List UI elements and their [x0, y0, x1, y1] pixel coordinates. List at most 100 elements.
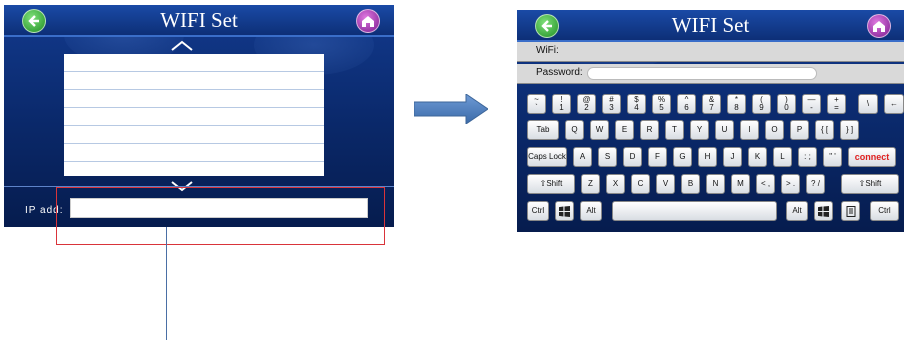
- wifi-field: WiFi:: [517, 42, 904, 62]
- key-label: { [: [820, 125, 829, 134]
- key-symbol[interactable]: — -: [802, 94, 821, 114]
- list-item[interactable]: [64, 72, 324, 90]
- list-item[interactable]: [64, 108, 324, 126]
- key-a[interactable]: A: [573, 147, 592, 167]
- key-y[interactable]: Y: [690, 120, 709, 140]
- key-6[interactable]: ^ 6: [677, 94, 696, 114]
- key-x[interactable]: X: [606, 174, 625, 194]
- key-1[interactable]: ! 1: [552, 94, 571, 114]
- home-button[interactable]: [356, 9, 380, 33]
- key-label: : ;: [804, 152, 811, 161]
- key-m[interactable]: M: [731, 174, 750, 194]
- key-5[interactable]: % 5: [652, 94, 671, 114]
- key-label: ⇧Shift: [539, 179, 563, 188]
- list-item[interactable]: [64, 126, 324, 144]
- key-label: E: [621, 125, 628, 134]
- key-label: < ,: [760, 179, 771, 188]
- left-windows-key[interactable]: [555, 201, 574, 221]
- key-u[interactable]: U: [715, 120, 734, 140]
- wifi-set-screen-keyboard: WIFI Set WiFi: Password: ~ ` ! 1 @2 #3 $4 % 5 ^ 6 &…: [517, 10, 904, 232]
- password-label: Password:: [536, 67, 583, 78]
- right-ctrl-key[interactable]: Ctrl: [870, 201, 899, 221]
- key-w[interactable]: W: [590, 120, 609, 140]
- key-7[interactable]: & 7: [702, 94, 721, 114]
- key-c[interactable]: C: [631, 174, 650, 194]
- key-o[interactable]: O: [765, 120, 784, 140]
- key-symbol[interactable]: + =: [827, 94, 846, 114]
- home-button[interactable]: [867, 14, 891, 38]
- key-label: K: [754, 152, 761, 161]
- key-d[interactable]: D: [623, 147, 642, 167]
- space-bar[interactable]: [612, 201, 777, 221]
- key-symbol[interactable]: ? /: [806, 174, 825, 194]
- key-symbol[interactable]: " ': [823, 147, 842, 167]
- password-input[interactable]: [587, 67, 817, 80]
- key-k[interactable]: K: [748, 147, 767, 167]
- key-f[interactable]: F: [648, 147, 667, 167]
- key-label: ⇧Shift: [858, 179, 882, 188]
- key-b[interactable]: B: [681, 174, 700, 194]
- key-j[interactable]: J: [723, 147, 742, 167]
- connect-button[interactable]: connect: [848, 147, 896, 167]
- key-symbol[interactable]: : ;: [798, 147, 817, 167]
- key-label: Ctrl: [878, 206, 891, 215]
- key-label-bottom: 9: [759, 103, 764, 112]
- key-label: \: [866, 99, 870, 108]
- key-symbol[interactable]: } ]: [840, 120, 859, 140]
- windows-icon: [559, 205, 570, 217]
- key-p[interactable]: P: [790, 120, 809, 140]
- list-item[interactable]: [64, 90, 324, 108]
- key-z[interactable]: Z: [581, 174, 600, 194]
- key-backslash[interactable]: \: [858, 94, 878, 114]
- key-r[interactable]: R: [640, 120, 659, 140]
- key-0[interactable]: ) 0: [777, 94, 796, 114]
- wifi-label: WiFi:: [536, 45, 559, 56]
- key-label: Caps Lock: [528, 152, 566, 161]
- key-symbol[interactable]: ~ `: [527, 94, 546, 114]
- key-8[interactable]: * 8: [727, 94, 746, 114]
- key-label: P: [796, 125, 803, 134]
- keyboard-row-2: Tab Q W E R T Y U I O P { [ } ]: [527, 120, 899, 142]
- scroll-up-icon[interactable]: [169, 39, 195, 53]
- tab-key[interactable]: Tab: [527, 120, 559, 140]
- ssid-list[interactable]: [64, 54, 324, 176]
- key-label: C: [637, 179, 644, 188]
- right-alt-key[interactable]: Alt: [786, 201, 808, 221]
- menu-key[interactable]: [841, 201, 860, 221]
- list-item[interactable]: [64, 162, 324, 180]
- key-label-bottom: 1: [559, 103, 564, 112]
- callout-line: [166, 227, 167, 340]
- key-l[interactable]: L: [773, 147, 792, 167]
- key-label: Alt: [792, 206, 802, 215]
- key-g[interactable]: G: [673, 147, 692, 167]
- key-label: A: [579, 152, 586, 161]
- right-shift-key[interactable]: ⇧Shift: [841, 174, 899, 194]
- backspace-key[interactable]: ←: [884, 94, 904, 114]
- key-i[interactable]: I: [740, 120, 759, 140]
- left-shift-key[interactable]: ⇧Shift: [527, 174, 575, 194]
- list-item[interactable]: [64, 144, 324, 162]
- left-alt-key[interactable]: Alt: [580, 201, 602, 221]
- key-v[interactable]: V: [656, 174, 675, 194]
- key-symbol[interactable]: { [: [815, 120, 834, 140]
- key-h[interactable]: H: [698, 147, 717, 167]
- key-label: ? /: [811, 179, 820, 188]
- key-label: S: [604, 152, 611, 161]
- left-ctrl-key[interactable]: Ctrl: [527, 201, 549, 221]
- key-label-bottom: 8: [734, 103, 739, 112]
- key-q[interactable]: Q: [565, 120, 584, 140]
- key-e[interactable]: E: [615, 120, 634, 140]
- caps-lock-key[interactable]: Caps Lock: [527, 147, 567, 167]
- key-s[interactable]: S: [598, 147, 617, 167]
- key-9[interactable]: (9: [752, 94, 771, 114]
- key-4[interactable]: $4: [627, 94, 646, 114]
- key-label-bottom: 3: [609, 103, 614, 112]
- key-2[interactable]: @2: [577, 94, 596, 114]
- key-symbol[interactable]: < ,: [756, 174, 775, 194]
- key-3[interactable]: #3: [602, 94, 621, 114]
- key-symbol[interactable]: > .: [781, 174, 800, 194]
- right-windows-key[interactable]: [814, 201, 833, 221]
- list-item[interactable]: [64, 54, 324, 72]
- key-t[interactable]: T: [665, 120, 684, 140]
- key-n[interactable]: N: [706, 174, 725, 194]
